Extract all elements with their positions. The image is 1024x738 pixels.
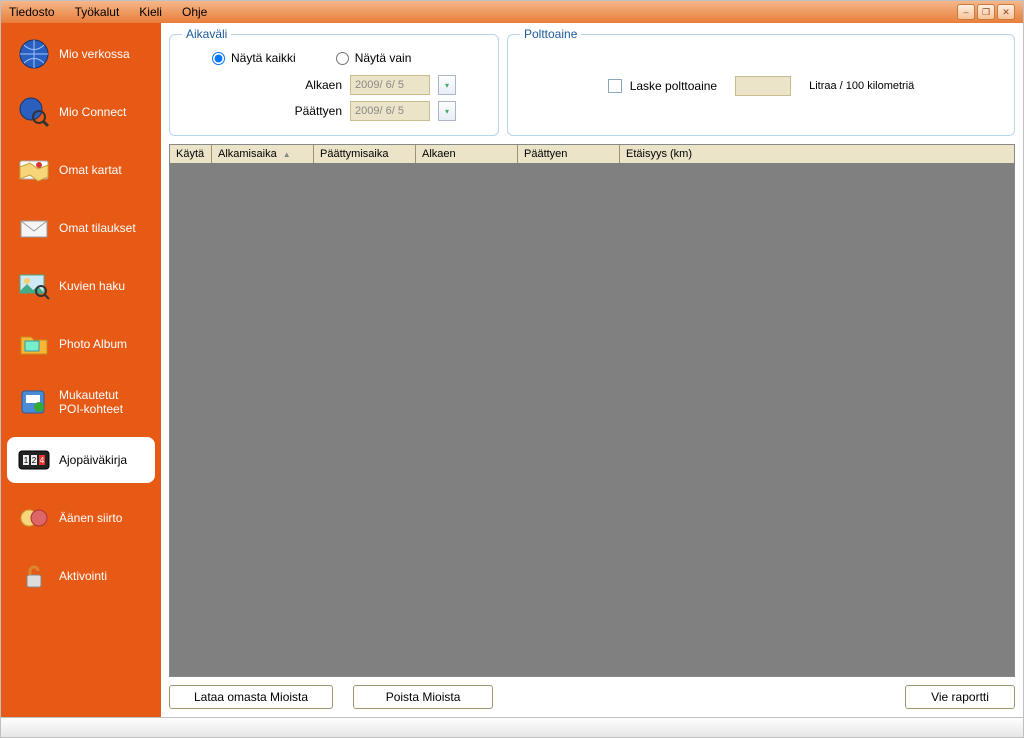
svg-text:1: 1 <box>24 456 29 465</box>
app-window: Tiedosto Työkalut Kieli Ohje – ❐ ✕ Mio v… <box>0 0 1024 738</box>
sidebar-item-photo-album[interactable]: Photo Album <box>7 321 155 367</box>
map-icon <box>17 153 51 187</box>
sidebar: Mio verkossa Mio Connect Omat kartat Oma… <box>1 23 161 717</box>
sidebar-item-label: Omat kartat <box>59 163 122 177</box>
envelope-icon <box>17 211 51 245</box>
load-from-mio-button[interactable]: Lataa omasta Mioista <box>169 685 333 709</box>
sidebar-item-custom-poi[interactable]: Mukautetut POI-kohteet <box>7 379 155 425</box>
status-bar <box>1 717 1023 737</box>
col-start-time[interactable]: Alkamisaika ▲ <box>212 145 314 163</box>
col-use[interactable]: Käytä <box>170 145 212 163</box>
sidebar-item-activation[interactable]: Aktivointi <box>7 553 155 599</box>
date-from-dropdown[interactable]: ▾ <box>438 75 456 95</box>
col-to[interactable]: Päättyen <box>518 145 620 163</box>
sidebar-item-trip-log[interactable]: 124 Ajopäiväkirja <box>7 437 155 483</box>
sidebar-item-image-search[interactable]: Kuvien haku <box>7 263 155 309</box>
radio-show-only-input[interactable] <box>336 52 349 65</box>
sidebar-item-voice-transfer[interactable]: Äänen siirto <box>7 495 155 541</box>
sidebar-item-my-maps[interactable]: Omat kartat <box>7 147 155 193</box>
bottom-buttons: Lataa omasta Mioista Poista Mioista Vie … <box>169 685 1015 709</box>
main-panel: Aikaväli Näytä kaikki Näytä vain Alkaen <box>161 23 1023 717</box>
sidebar-item-label: Mio Connect <box>59 105 126 119</box>
fuel-value-input[interactable] <box>735 76 791 96</box>
col-distance[interactable]: Etäisyys (km) <box>620 145 724 163</box>
trip-grid-body[interactable] <box>170 163 1014 676</box>
sidebar-item-label: Aktivointi <box>59 569 107 583</box>
lock-icon <box>17 559 51 593</box>
menu-file[interactable]: Tiedosto <box>9 5 55 19</box>
folder-photo-icon <box>17 327 51 361</box>
menu-language[interactable]: Kieli <box>139 5 162 19</box>
sidebar-item-mio-online[interactable]: Mio verkossa <box>7 31 155 77</box>
close-button[interactable]: ✕ <box>997 4 1015 20</box>
filter-row: Aikaväli Näytä kaikki Näytä vain Alkaen <box>169 27 1015 136</box>
fuel-unit-label: Litraa / 100 kilometriä <box>809 80 914 92</box>
fieldset-fuel: Polttoaine Laske polttoaine Litraa / 100… <box>507 27 1015 136</box>
minimize-button[interactable]: – <box>957 4 975 20</box>
date-to-label: Päättyen <box>292 104 342 118</box>
date-from-input[interactable]: 2009/ 6/ 5 <box>350 75 430 95</box>
date-to-input[interactable]: 2009/ 6/ 5 <box>350 101 430 121</box>
sort-asc-icon: ▲ <box>283 150 291 159</box>
odometer-icon: 124 <box>17 443 51 477</box>
fieldset-date-range-legend: Aikaväli <box>182 27 231 41</box>
sidebar-item-label: Äänen siirto <box>59 511 122 525</box>
sidebar-item-label: Ajopäiväkirja <box>59 453 127 467</box>
radio-show-all-input[interactable] <box>212 52 225 65</box>
globe-search-icon <box>17 95 51 129</box>
window-controls: – ❐ ✕ <box>957 4 1015 20</box>
menubar: Tiedosto Työkalut Kieli Ohje – ❐ ✕ <box>1 1 1023 23</box>
picture-search-icon <box>17 269 51 303</box>
sidebar-item-label: Kuvien haku <box>59 279 125 293</box>
voice-icon <box>17 501 51 535</box>
radio-show-only[interactable]: Näytä vain <box>336 51 412 65</box>
delete-from-mio-button[interactable]: Poista Mioista <box>353 685 493 709</box>
fieldset-date-range: Aikaväli Näytä kaikki Näytä vain Alkaen <box>169 27 499 136</box>
sidebar-item-label: Mukautetut POI-kohteet <box>59 388 145 416</box>
col-end-time[interactable]: Päättymisaika <box>314 145 416 163</box>
date-to-dropdown[interactable]: ▾ <box>438 101 456 121</box>
menu-tools[interactable]: Työkalut <box>75 5 120 19</box>
radio-show-all[interactable]: Näytä kaikki <box>212 51 296 65</box>
radio-show-all-label: Näytä kaikki <box>231 51 296 65</box>
col-from[interactable]: Alkaen <box>416 145 518 163</box>
sidebar-item-label: Photo Album <box>59 337 127 351</box>
sidebar-item-my-subscriptions[interactable]: Omat tilaukset <box>7 205 155 251</box>
export-report-button[interactable]: Vie raportti <box>905 685 1015 709</box>
checkbox-calc-fuel[interactable]: Laske polttoaine <box>608 79 717 93</box>
maximize-button[interactable]: ❐ <box>977 4 995 20</box>
svg-text:4: 4 <box>40 456 45 465</box>
col-start-time-label: Alkamisaika <box>218 148 277 160</box>
sidebar-item-mio-connect[interactable]: Mio Connect <box>7 89 155 135</box>
radio-show-only-label: Näytä vain <box>355 51 412 65</box>
date-from-label: Alkaen <box>292 78 342 92</box>
svg-text:2: 2 <box>32 456 37 465</box>
trip-grid: Käytä Alkamisaika ▲ Päättymisaika Alkaen… <box>169 144 1015 677</box>
checkbox-calc-fuel-label: Laske polttoaine <box>630 79 717 93</box>
checkbox-calc-fuel-box[interactable] <box>608 79 622 93</box>
menu-help[interactable]: Ohje <box>182 5 207 19</box>
fieldset-fuel-legend: Polttoaine <box>520 27 581 41</box>
app-body: Mio verkossa Mio Connect Omat kartat Oma… <box>1 23 1023 717</box>
poi-icon <box>17 385 51 419</box>
globe-icon <box>17 37 51 71</box>
trip-grid-header: Käytä Alkamisaika ▲ Päättymisaika Alkaen… <box>170 145 1014 163</box>
sidebar-item-label: Omat tilaukset <box>59 221 136 235</box>
sidebar-item-label: Mio verkossa <box>59 47 130 61</box>
